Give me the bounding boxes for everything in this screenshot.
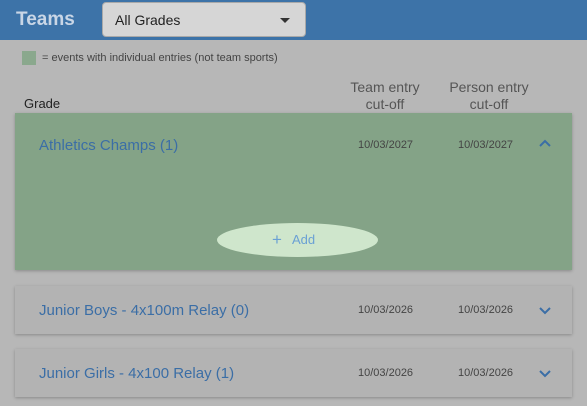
legend-text: = events with individual entries (not te… <box>42 52 278 64</box>
grade-filter-value: All Grades <box>115 12 181 28</box>
add-team-member-button[interactable]: + Add <box>217 223 378 257</box>
page-title: Teams <box>16 9 75 30</box>
column-header-person-cutoff-line1: Person entry <box>449 79 529 95</box>
team-card-athletics-champs: Athletics Champs (1) 10/03/2027 10/03/20… <box>15 113 572 270</box>
caret-down-icon <box>280 18 290 23</box>
team-entry-cutoff: 10/03/2026 <box>358 367 414 379</box>
legend-swatch <box>22 51 36 65</box>
team-card-junior-boys-relay[interactable]: Junior Boys - 4x100m Relay (0) 10/03/202… <box>15 286 572 334</box>
team-entry-cutoff: 10/03/2026 <box>358 304 414 316</box>
column-header-team-cutoff: Team entry cut-off <box>340 79 430 113</box>
team-name-link[interactable]: Junior Girls - 4x100 Relay (1) <box>39 365 234 382</box>
person-entry-cutoff: 10/03/2026 <box>458 367 514 379</box>
team-entry-cutoff: 10/03/2027 <box>358 139 414 151</box>
column-header-team-cutoff-line2: cut-off <box>365 96 405 112</box>
team-card-junior-girls-relay[interactable]: Junior Girls - 4x100 Relay (1) 10/03/202… <box>15 349 572 397</box>
column-header-person-cutoff-line2: cut-off <box>469 96 509 112</box>
chevron-down-icon[interactable] <box>538 306 552 316</box>
grade-filter-dropdown[interactable]: All Grades <box>102 2 306 37</box>
person-entry-cutoff: 10/03/2027 <box>458 139 514 151</box>
person-entry-cutoff: 10/03/2026 <box>458 304 514 316</box>
column-header-person-cutoff: Person entry cut-off <box>444 79 534 113</box>
top-bar: Teams All Grades <box>0 0 587 40</box>
team-name-link[interactable]: Athletics Champs (1) <box>39 137 178 154</box>
chevron-up-icon[interactable] <box>538 138 552 148</box>
add-button-label: Add <box>292 232 316 247</box>
column-header-team-cutoff-line1: Team entry <box>350 79 420 95</box>
column-header-grade: Grade <box>24 96 61 111</box>
team-name-link[interactable]: Junior Boys - 4x100m Relay (0) <box>39 302 249 319</box>
plus-icon: + <box>272 230 282 249</box>
chevron-down-icon[interactable] <box>538 369 552 379</box>
